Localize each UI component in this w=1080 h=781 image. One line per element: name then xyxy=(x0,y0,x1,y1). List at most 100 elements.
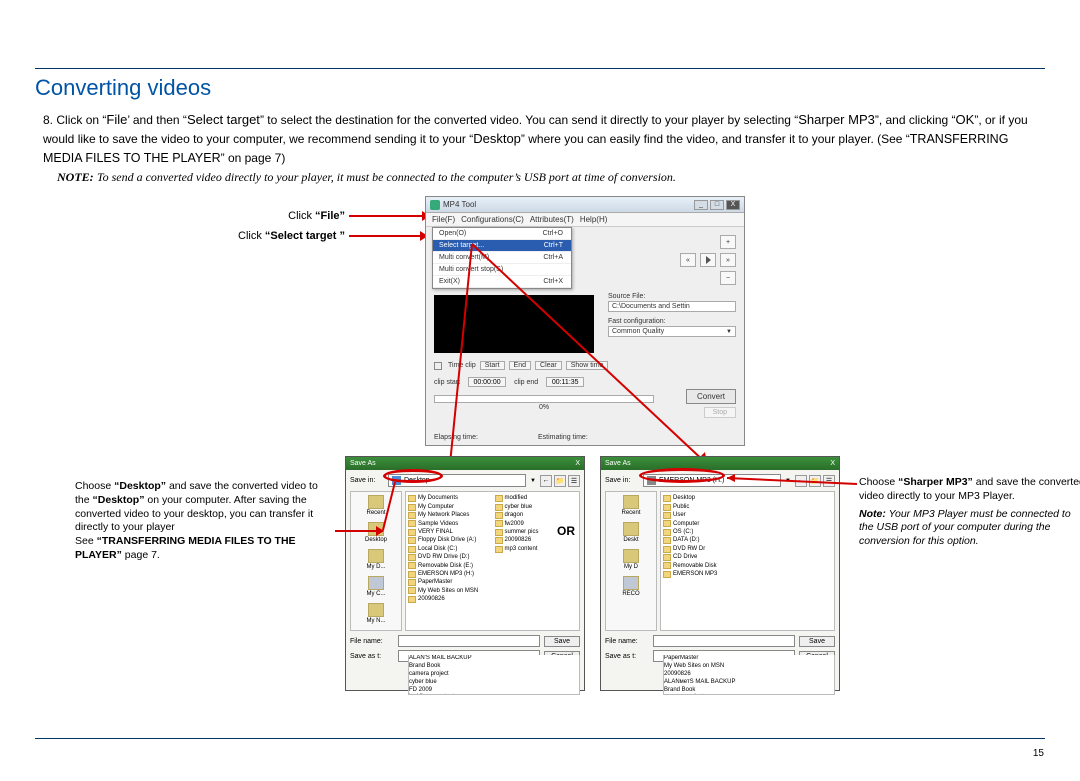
list-item[interactable]: DATA (D:) xyxy=(663,536,832,544)
close-icon[interactable]: X xyxy=(830,460,835,467)
save-button[interactable]: Save xyxy=(799,636,835,647)
diagram-area: Click “File” Click “Select target ” MP4 … xyxy=(35,194,1045,706)
list-item: camera project xyxy=(664,694,834,695)
menu-file[interactable]: File(F) xyxy=(432,215,455,224)
list-item[interactable]: EMERSON MP3 (H:) xyxy=(408,570,491,578)
list-item[interactable]: Sample Videos xyxy=(408,520,491,528)
up-icon[interactable]: 📁 xyxy=(809,475,821,487)
page-number: 15 xyxy=(1033,748,1044,759)
close-icon[interactable]: X xyxy=(575,460,580,467)
clip-end-field[interactable] xyxy=(546,377,584,387)
file-list-overflow: PaperMasterMy Web Sites on MSN20090826AL… xyxy=(663,655,835,695)
list-item[interactable]: My Computer xyxy=(408,503,491,511)
dropdown-multi-convert[interactable]: Multi convert(M)Ctrl+A xyxy=(433,252,571,264)
list-item[interactable]: cyber blue xyxy=(495,503,578,511)
dropdown-select-target[interactable]: Select target...Ctrl+T xyxy=(433,240,571,252)
list-item[interactable]: EMERSON MP3 xyxy=(663,570,832,578)
play-button[interactable] xyxy=(700,253,716,267)
place-recent[interactable]: Recent xyxy=(606,492,656,519)
list-item[interactable]: DVD RW Dr xyxy=(663,545,832,553)
chevron-down-icon[interactable]: ▼ xyxy=(785,478,791,484)
list-item[interactable]: OS (C:) xyxy=(663,528,832,536)
maximize-icon[interactable]: □ xyxy=(710,200,724,210)
stop-button[interactable]: Stop xyxy=(704,407,736,418)
or-label: OR xyxy=(557,524,575,538)
place-reco[interactable]: RECO xyxy=(606,573,656,600)
list-item[interactable]: PaperMaster xyxy=(408,578,491,586)
chevron-down-icon[interactable]: ▼ xyxy=(530,478,536,484)
list-item[interactable]: mp3 content xyxy=(495,545,578,553)
save-location[interactable]: EMERSON MP3 (H:) xyxy=(643,474,781,487)
btn-clear[interactable]: Clear xyxy=(535,361,562,370)
place-desktop[interactable]: Deskt xyxy=(606,519,656,546)
minimize-icon[interactable]: _ xyxy=(694,200,708,210)
fast-config-select[interactable]: Common Quality ▼ xyxy=(608,326,736,337)
list-item[interactable]: User xyxy=(663,511,832,519)
menu-config[interactable]: Configurations(C) xyxy=(461,215,524,224)
ref-file: File xyxy=(106,112,127,127)
list-item[interactable]: Removable Disk (E:) xyxy=(408,562,491,570)
back-icon[interactable]: ← xyxy=(540,475,552,487)
list-item[interactable]: Desktop xyxy=(663,494,832,502)
menu-help[interactable]: Help(H) xyxy=(580,215,608,224)
view-icon[interactable]: ☰ xyxy=(823,475,835,487)
close-icon[interactable]: X xyxy=(726,200,740,210)
menu-attr[interactable]: Attributes(T) xyxy=(530,215,574,224)
list-item[interactable]: Computer xyxy=(663,520,832,528)
up-icon[interactable]: 📁 xyxy=(554,475,566,487)
back-icon[interactable]: ← xyxy=(795,475,807,487)
list-item[interactable]: modified xyxy=(495,494,578,502)
list-item[interactable]: 20090826 xyxy=(408,595,491,603)
list-item[interactable]: My Web Sites on MSN xyxy=(408,587,491,595)
place-network[interactable]: My N... xyxy=(351,600,401,627)
list-item[interactable]: My Documents xyxy=(408,494,491,502)
list-item: PaperMaster xyxy=(664,655,834,663)
timeclip-checkbox[interactable] xyxy=(434,362,442,370)
place-mydocs[interactable]: My D xyxy=(606,546,656,573)
savetype-label: Save as t: xyxy=(605,653,649,660)
list-item[interactable]: My Network Places xyxy=(408,511,491,519)
place-computer[interactable]: My C... xyxy=(351,573,401,600)
plus-button[interactable]: + xyxy=(720,235,736,249)
filename-field[interactable] xyxy=(398,635,540,647)
places-bar: Recent Desktop My D... My C... My N... xyxy=(350,491,402,631)
save-location[interactable]: Desktop xyxy=(388,474,526,487)
place-desktop[interactable]: Desktop xyxy=(351,519,401,546)
view-icon[interactable]: ☰ xyxy=(568,475,580,487)
place-mydocs[interactable]: My D... xyxy=(351,546,401,573)
list-item[interactable]: dragon xyxy=(495,511,578,519)
clip-row: clip start clip end xyxy=(434,377,736,387)
list-item[interactable]: Local Disk (C:) xyxy=(408,545,491,553)
list-item[interactable]: Removable Disk xyxy=(663,562,832,570)
list-item: 20090826 xyxy=(664,671,834,679)
files-pane[interactable]: DesktopPublicUserComputerOS (C:)DATA (D:… xyxy=(660,491,835,631)
clip-start-field[interactable] xyxy=(468,377,506,387)
list-item[interactable]: Public xyxy=(663,503,832,511)
place-recent[interactable]: Recent xyxy=(351,492,401,519)
next-button[interactable]: » xyxy=(720,253,736,267)
list-item[interactable]: VERY FINAL xyxy=(408,528,491,536)
list-item[interactable]: CD Drive xyxy=(663,553,832,561)
btn-showtime[interactable]: Show time xyxy=(566,361,609,370)
step-number: 8. xyxy=(43,113,53,127)
list-item[interactable]: Floppy Disk Drive (A:) xyxy=(408,536,491,544)
btn-end[interactable]: End xyxy=(509,361,531,370)
video-preview xyxy=(434,295,594,353)
minus-button[interactable]: − xyxy=(720,271,736,285)
chevron-down-icon: ▼ xyxy=(726,329,732,335)
convert-button[interactable]: Convert xyxy=(686,389,736,404)
list-item[interactable]: DVD RW Drive (D:) xyxy=(408,553,491,561)
right-instruction: Choose “Sharper MP3” and save the conver… xyxy=(859,476,1080,548)
files-pane[interactable]: My DocumentsMy ComputerMy Network Places… xyxy=(405,491,580,631)
dropdown-multi-stop[interactable]: Multi convert stop(S) xyxy=(433,264,571,276)
save-button[interactable]: Save xyxy=(544,636,580,647)
btn-start[interactable]: Start xyxy=(480,361,505,370)
left-instruction: Choose “Desktop” and save the converted … xyxy=(75,480,335,562)
prev-button[interactable]: « xyxy=(680,253,696,267)
progress-row: 0% xyxy=(434,395,654,411)
dropdown-exit[interactable]: Exit(X)Ctrl+X xyxy=(433,276,571,288)
filename-field[interactable] xyxy=(653,635,795,647)
callout-file: Click “File” xyxy=(245,210,345,222)
note-body: To send a converted video directly to yo… xyxy=(97,170,676,184)
dropdown-open[interactable]: Open(O)Ctrl+O xyxy=(433,228,571,240)
